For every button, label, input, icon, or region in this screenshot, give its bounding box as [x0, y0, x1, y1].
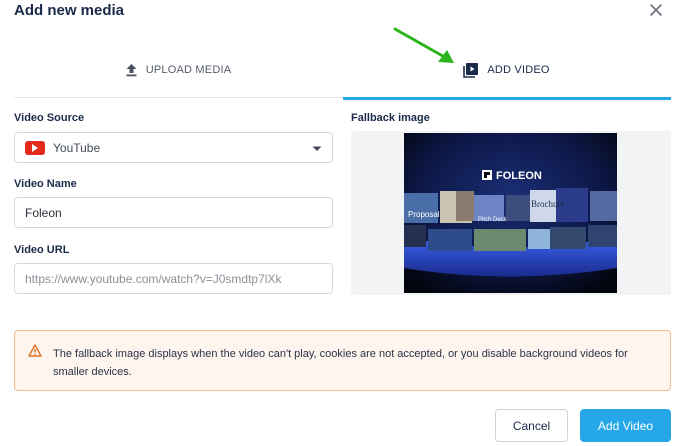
warning-text: The fallback image displays when the vid…	[53, 348, 628, 378]
video-source-label: Video Source	[14, 112, 85, 124]
fallback-image-label: Fallback image	[351, 112, 430, 124]
fallback-image-thumbnail: FOLEON Proposal Pitch Deck Brochure	[404, 133, 617, 293]
video-name-label: Video Name	[14, 178, 77, 190]
video-name-input[interactable]: Foleon	[14, 197, 333, 228]
annotation-arrow-icon	[393, 27, 454, 63]
thumbnail-card-brochure: Brochure	[531, 199, 565, 209]
close-icon	[650, 4, 662, 16]
thumbnail-card-pitch-deck: Pitch Deck	[478, 217, 508, 223]
video-icon	[463, 62, 479, 78]
add-video-button[interactable]: Add Video	[580, 409, 671, 442]
thumbnail-card-proposal: Proposal	[408, 210, 440, 219]
dialog-title: Add new media	[14, 2, 125, 19]
warning-icon	[28, 344, 42, 357]
fallback-image-panel[interactable]: FOLEON Proposal Pitch Deck Brochure	[351, 131, 671, 295]
tab-upload-media[interactable]: UPLOAD MEDIA	[14, 42, 342, 98]
close-button[interactable]	[645, 0, 667, 22]
video-source-value: YouTube	[53, 140, 101, 155]
video-url-label: Video URL	[14, 244, 70, 256]
youtube-icon	[25, 140, 45, 155]
video-name-value: Foleon	[25, 205, 62, 220]
video-url-placeholder: https://www.youtube.com/watch?v=J0smdtp7…	[25, 271, 282, 286]
video-source-select[interactable]: YouTube	[14, 132, 333, 163]
chevron-down-icon	[312, 146, 322, 151]
video-url-input[interactable]: https://www.youtube.com/watch?v=J0smdtp7…	[14, 263, 333, 294]
upload-icon	[125, 63, 138, 77]
fallback-warning-notice: The fallback image displays when the vid…	[14, 330, 671, 391]
thumbnail-brand-text: FOLEON	[496, 170, 542, 182]
tab-add-video-label: ADD VIDEO	[487, 64, 550, 76]
cancel-button[interactable]: Cancel	[495, 409, 568, 442]
tab-upload-media-label: UPLOAD MEDIA	[145, 64, 232, 76]
media-tabs: UPLOAD MEDIA ADD VIDEO	[14, 42, 671, 100]
